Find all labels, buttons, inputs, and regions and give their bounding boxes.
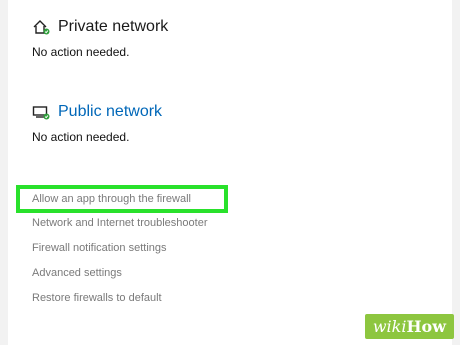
public-network-title[interactable]: Public network: [58, 101, 162, 123]
public-network-section: Public network No action needed.: [32, 101, 162, 145]
private-network-section: Private network No action needed.: [32, 16, 168, 60]
private-network-header: Private network: [32, 16, 168, 38]
firewall-notification-settings-link[interactable]: Firewall notification settings: [16, 236, 236, 261]
wikihow-watermark: wikiHow: [364, 314, 454, 339]
watermark-suffix: How: [406, 317, 446, 336]
firewall-links-list: Allow an app through the firewall Networ…: [16, 185, 236, 311]
restore-firewalls-default-link[interactable]: Restore firewalls to default: [16, 286, 236, 311]
allow-app-through-firewall-link[interactable]: Allow an app through the firewall: [16, 185, 228, 213]
public-network-status: No action needed.: [32, 130, 130, 144]
public-network-icon: [32, 103, 50, 121]
network-troubleshooter-link[interactable]: Network and Internet troubleshooter: [16, 211, 236, 236]
content-panel: Private network No action needed. Public…: [8, 0, 452, 345]
private-network-title: Private network: [58, 18, 169, 35]
watermark-prefix: wiki: [372, 317, 407, 336]
private-network-status: No action needed.: [32, 45, 130, 59]
public-network-header: Public network: [32, 101, 162, 123]
firewall-settings-page: Private network No action needed. Public…: [0, 0, 460, 345]
home-network-icon: [32, 18, 50, 36]
advanced-settings-link[interactable]: Advanced settings: [16, 261, 236, 286]
